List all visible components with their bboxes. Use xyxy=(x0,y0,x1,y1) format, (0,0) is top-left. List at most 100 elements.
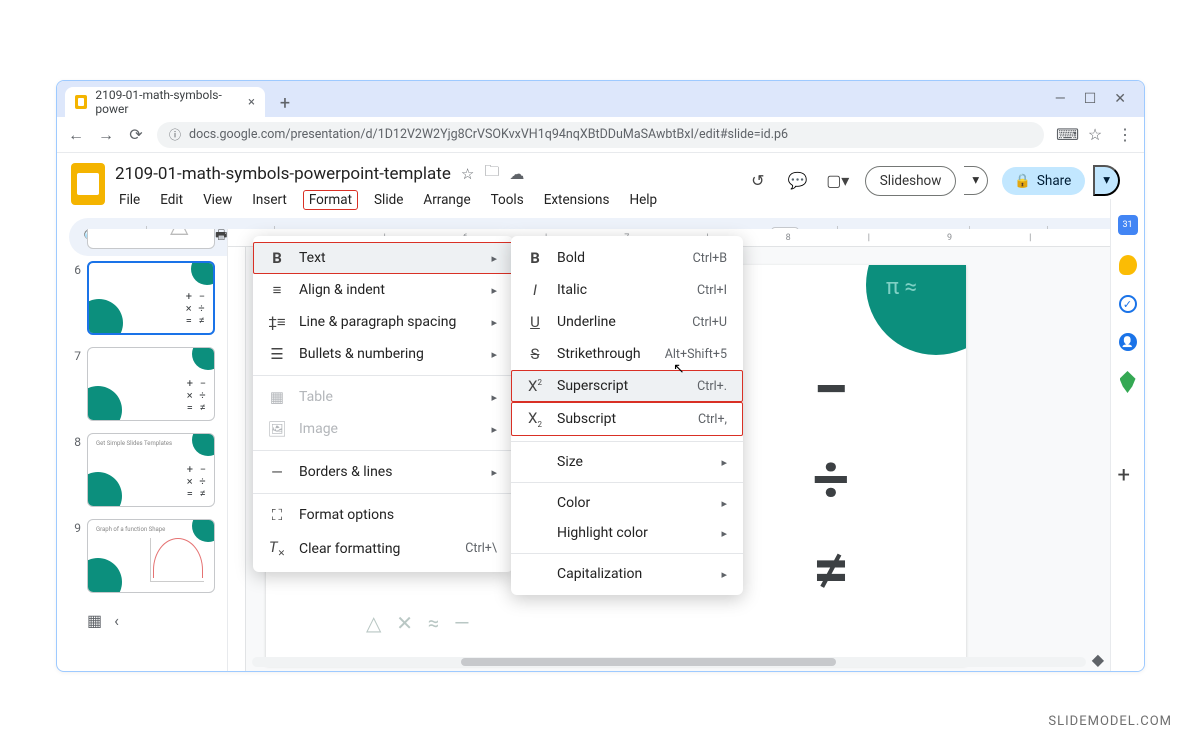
grid-view-icon[interactable]: ▦ xyxy=(87,611,102,630)
image-icon: 🖼 xyxy=(267,420,287,438)
subscript-icon: X2 xyxy=(525,409,545,429)
line-spacing-icon: ‡≡ xyxy=(267,313,287,331)
cursor-icon: ↖ xyxy=(673,361,685,377)
text-italic-item[interactable]: I ItalicCtrl+I xyxy=(511,274,743,306)
window-controls: — ☐ ✕ xyxy=(1055,81,1136,117)
tasks-icon[interactable] xyxy=(1119,295,1137,313)
format-borders-item[interactable]: — Borders & lines▸ xyxy=(253,456,513,488)
meet-icon[interactable]: ▢▾ xyxy=(825,168,851,194)
vertical-ruler xyxy=(228,247,246,671)
addons-plus-icon[interactable]: + xyxy=(1118,463,1138,483)
text-size-item[interactable]: Size▸ xyxy=(511,447,743,477)
slide-thumbnail[interactable]: + −× ÷= ≠ xyxy=(87,347,215,421)
text-underline-item[interactable]: U UnderlineCtrl+U xyxy=(511,306,743,338)
url-input[interactable]: ⓘ docs.google.com/presentation/d/1D12V2W… xyxy=(157,122,1044,148)
borders-icon: — xyxy=(267,463,287,481)
bold-icon: B xyxy=(525,249,545,267)
url-text: docs.google.com/presentation/d/1D12V2W2Y… xyxy=(189,127,788,142)
star-icon[interactable]: ☆ xyxy=(461,165,474,183)
text-superscript-item[interactable]: X2 SuperscriptCtrl+. xyxy=(511,370,743,402)
header-actions: ↺ 💬 ▢▾ Slideshow ▾ 🔒Share ▾ xyxy=(745,161,1130,196)
nav-reload-icon[interactable]: ⟳ xyxy=(127,125,145,144)
slide-number: 7 xyxy=(71,347,81,363)
menu-slide[interactable]: Slide xyxy=(370,190,407,210)
horizontal-scrollbar[interactable] xyxy=(252,657,1086,667)
bookmark-icon[interactable]: ☆ xyxy=(1086,125,1104,144)
menu-help[interactable]: Help xyxy=(625,190,661,210)
menu-tools[interactable]: Tools xyxy=(487,190,528,210)
move-icon[interactable]: 🗀 xyxy=(484,161,499,186)
format-image-item: 🖼 Image▸ xyxy=(253,413,513,445)
share-button[interactable]: 🔒Share xyxy=(1002,167,1085,195)
slide-thumbnail[interactable]: Graph of a function Shape xyxy=(87,519,215,593)
calendar-icon[interactable] xyxy=(1118,215,1138,235)
format-align-item[interactable]: ≡ Align & indent▸ xyxy=(253,274,513,306)
superscript-icon: X2 xyxy=(525,377,545,395)
nav-forward-icon[interactable]: → xyxy=(97,125,115,145)
menu-file[interactable]: File xyxy=(115,190,144,210)
comments-icon[interactable]: 💬 xyxy=(785,168,811,194)
text-subscript-item[interactable]: X2 SubscriptCtrl+, xyxy=(511,402,743,436)
underline-icon: U xyxy=(525,313,545,331)
app-header: 2109-01-math-symbols-powerpoint-template… xyxy=(57,153,1144,210)
tab-close-icon[interactable]: × xyxy=(248,95,255,110)
slideshow-dropdown[interactable]: ▾ xyxy=(964,166,988,195)
lock-icon: 🔒 xyxy=(1014,173,1031,189)
format-text-item[interactable]: B Text ▸ xyxy=(253,242,513,274)
browser-window: 2109-01-math-symbols-power × + — ☐ ✕ ← →… xyxy=(56,80,1145,672)
menu-view[interactable]: View xyxy=(199,190,236,210)
text-submenu: B BoldCtrl+B I ItalicCtrl+I U UnderlineC… xyxy=(511,236,743,595)
slideshow-button[interactable]: Slideshow xyxy=(865,166,957,196)
format-bullets-item[interactable]: ☰ Bullets & numbering▸ xyxy=(253,338,513,370)
contacts-icon[interactable] xyxy=(1119,333,1137,351)
format-options-item[interactable]: ⛶ Format options xyxy=(253,499,513,531)
slide-thumbnail[interactable]: a²+b²=c²△ xyxy=(87,229,215,249)
clear-format-icon: T✕ xyxy=(267,538,287,559)
menu-insert[interactable]: Insert xyxy=(248,190,291,210)
explore-icon[interactable]: ◆ xyxy=(1092,650,1104,669)
share-dropdown[interactable]: ▾ xyxy=(1093,165,1120,196)
bold-icon: B xyxy=(267,249,287,267)
menu-arrange[interactable]: Arrange xyxy=(419,190,474,210)
new-tab-button[interactable]: + xyxy=(271,89,299,117)
slide-thumbnail[interactable]: + −× ÷= ≠ xyxy=(87,261,215,335)
site-info-icon[interactable]: ⓘ xyxy=(169,126,181,143)
browser-menu-icon[interactable]: ⋮ xyxy=(1116,125,1134,144)
slide-thumbnail[interactable]: Get Simple Slides Templates + −× ÷= ≠ xyxy=(87,433,215,507)
clear-formatting-item[interactable]: T✕ Clear formatting Ctrl+\ xyxy=(253,531,513,566)
translate-icon[interactable]: ⌨ xyxy=(1056,125,1074,144)
browser-tab[interactable]: 2109-01-math-symbols-power × xyxy=(65,87,265,117)
submenu-arrow-icon: ▸ xyxy=(491,252,497,265)
browser-tab-strip: 2109-01-math-symbols-power × + — ☐ ✕ xyxy=(57,81,1144,117)
menu-bar: File Edit View Insert Format Slide Arran… xyxy=(115,188,661,210)
maps-icon[interactable] xyxy=(1120,371,1136,393)
window-minimize-icon[interactable]: — xyxy=(1055,91,1066,107)
cloud-status-icon[interactable]: ☁ xyxy=(509,165,524,183)
format-options-icon: ⛶ xyxy=(267,506,287,524)
slide-number: 6 xyxy=(71,261,81,277)
menu-extensions[interactable]: Extensions xyxy=(540,190,614,210)
slide-number: 9 xyxy=(71,519,81,535)
text-bold-item[interactable]: B BoldCtrl+B xyxy=(511,242,743,274)
text-strike-item[interactable]: S StrikethroughAlt+Shift+5 xyxy=(511,338,743,370)
table-icon: ▦ xyxy=(267,388,287,406)
history-icon[interactable]: ↺ xyxy=(745,168,771,194)
document-title[interactable]: 2109-01-math-symbols-powerpoint-template xyxy=(115,164,451,184)
window-maximize-icon[interactable]: ☐ xyxy=(1084,91,1097,107)
text-caps-item[interactable]: Capitalization▸ xyxy=(511,559,743,589)
keep-icon[interactable] xyxy=(1119,255,1137,275)
window-close-icon[interactable]: ✕ xyxy=(1114,91,1126,107)
text-highlight-item[interactable]: Highlight color▸ xyxy=(511,518,743,548)
slides-favicon-icon xyxy=(75,95,87,109)
filmstrip-prev-icon[interactable]: ‹ xyxy=(114,611,119,630)
text-color-item[interactable]: Color▸ xyxy=(511,488,743,518)
slide-decor-symbols: △ ✕ ≈ — xyxy=(366,611,470,635)
slide-number xyxy=(71,239,81,241)
menu-edit[interactable]: Edit xyxy=(156,190,187,210)
format-spacing-item[interactable]: ‡≡ Line & paragraph spacing▸ xyxy=(253,306,513,338)
nav-back-icon[interactable]: ← xyxy=(67,125,85,145)
align-icon: ≡ xyxy=(267,281,287,299)
italic-icon: I xyxy=(525,281,545,299)
slides-logo-icon[interactable] xyxy=(71,163,105,205)
menu-format[interactable]: Format xyxy=(303,190,358,210)
